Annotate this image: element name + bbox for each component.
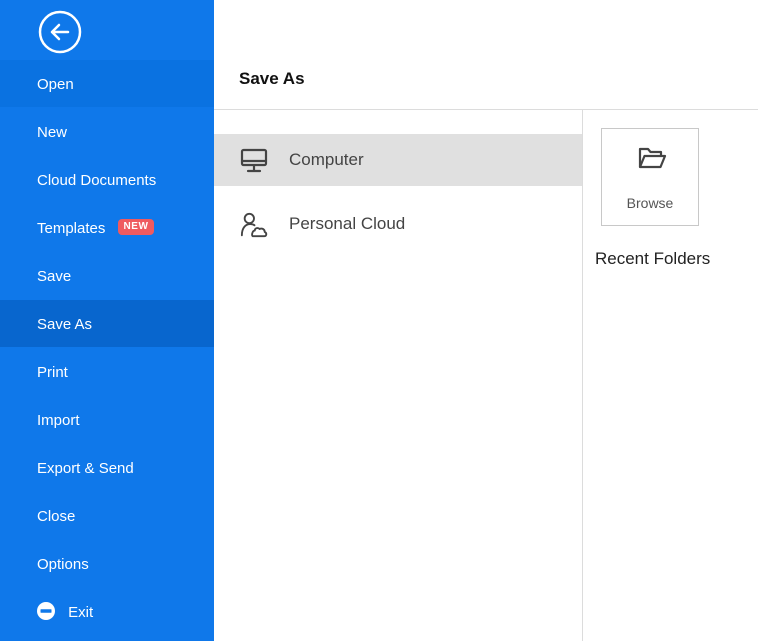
sidebar-item-label: Options	[37, 555, 89, 573]
sidebar-item-print[interactable]: Print	[0, 348, 214, 395]
monitor-icon	[240, 148, 268, 173]
sidebar-item-label: New	[37, 123, 68, 141]
sidebar-item-open[interactable]: Open	[0, 60, 214, 107]
recent-folders-heading: Recent Folders	[595, 249, 711, 268]
sidebar-item-import[interactable]: Import	[0, 396, 214, 443]
sidebar-item-templates[interactable]: Templates NEW	[0, 204, 214, 251]
folder-open-icon	[638, 147, 667, 169]
sidebar-item-label: Save	[37, 267, 72, 285]
user-cloud-icon	[240, 212, 268, 238]
minus-circle-icon	[37, 602, 55, 621]
back-button[interactable]	[38, 10, 82, 54]
location-personal-cloud[interactable]: Personal Cloud	[214, 198, 582, 250]
sidebar: Open New Cloud Documents Templates NEW S…	[0, 0, 214, 641]
browse-label: Browse	[626, 195, 674, 211]
location-label: Personal Cloud	[289, 214, 406, 233]
sidebar-item-new[interactable]: New	[0, 108, 214, 155]
sidebar-item-export-send[interactable]: Export & Send	[0, 444, 214, 491]
sidebar-item-save-as[interactable]: Save As	[0, 300, 214, 347]
page-title: Save As	[239, 69, 305, 88]
sidebar-item-exit[interactable]: Exit	[0, 588, 214, 635]
sidebar-item-label: Save As	[37, 315, 93, 333]
header-divider	[214, 109, 758, 110]
panel-divider	[582, 110, 583, 641]
location-label: Computer	[289, 150, 364, 169]
sidebar-item-close[interactable]: Close	[0, 492, 214, 539]
sidebar-item-label: Print	[37, 363, 68, 381]
arrow-left-circle-icon	[38, 10, 82, 54]
sidebar-item-options[interactable]: Options	[0, 540, 214, 587]
sidebar-item-save[interactable]: Save	[0, 252, 214, 299]
sidebar-item-label: Import	[37, 411, 80, 429]
sidebar-item-label: Templates	[37, 219, 106, 237]
sidebar-item-label: Cloud Documents	[37, 171, 157, 189]
sidebar-item-label: Exit	[68, 603, 94, 621]
sidebar-item-cloud-documents[interactable]: Cloud Documents	[0, 156, 214, 203]
new-badge: NEW	[117, 219, 155, 236]
sidebar-item-label: Export & Send	[37, 459, 134, 477]
location-computer[interactable]: Computer	[214, 134, 582, 186]
browse-button[interactable]: Browse	[601, 128, 699, 226]
sidebar-item-label: Open	[37, 75, 74, 93]
sidebar-item-label: Close	[37, 507, 76, 525]
